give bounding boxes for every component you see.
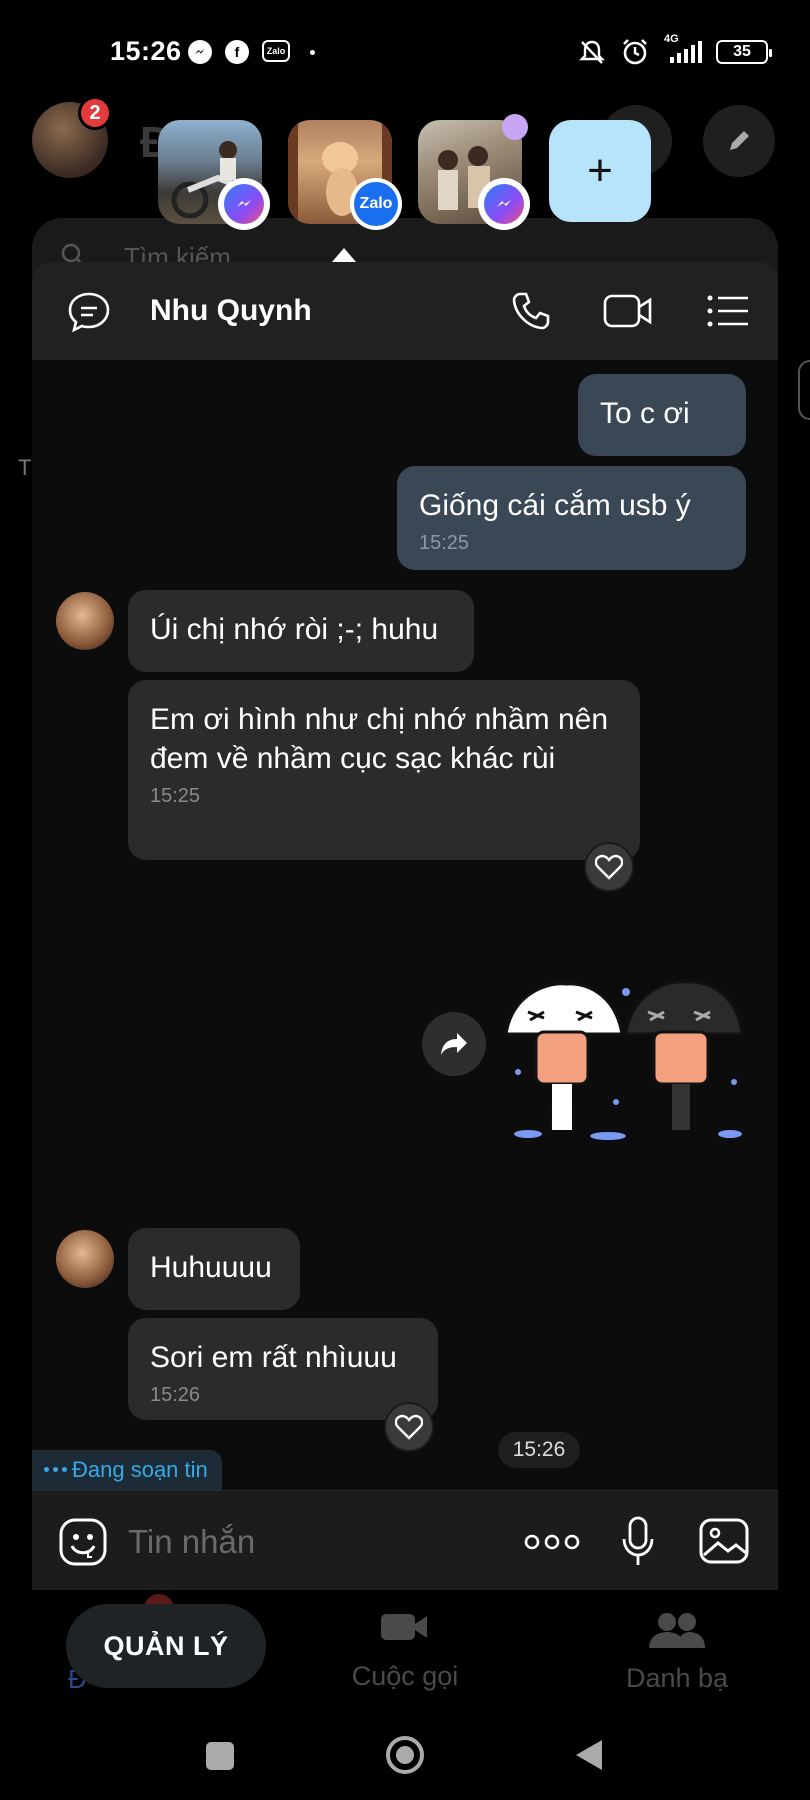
messenger-icon	[484, 184, 524, 224]
message-composer: Tin nhắn	[32, 1490, 778, 1590]
network-type-label: 4G	[664, 33, 679, 45]
video-camera-icon	[381, 1614, 427, 1640]
message-bubble-incoming[interactable]: Huhuuuu	[128, 1228, 300, 1310]
message-bubble-incoming[interactable]: Úi chị nhớ ròi ;-; huhu	[128, 590, 474, 672]
typing-dots-icon	[44, 1467, 67, 1472]
chat-header: Nhu Quynh	[32, 262, 778, 360]
zalo-notification-icon: Zalo	[262, 40, 290, 62]
message-bubble-outgoing[interactable]: To c ơi	[578, 374, 746, 456]
message-text: To c ơi	[600, 397, 690, 430]
system-navigation-bar	[0, 1700, 810, 1800]
background-list-letter: T	[18, 455, 32, 480]
status-time: 15:26	[110, 36, 182, 66]
more-options-icon[interactable]	[524, 1533, 580, 1551]
signal-icon: 4G	[664, 33, 702, 63]
message-bubble-incoming[interactable]: Em ơi hình như chị nhớ nhầm nên đem về n…	[128, 680, 640, 860]
add-chat-head-button[interactable]: +	[549, 120, 651, 222]
message-text: Huhuuuu	[150, 1251, 272, 1284]
video-call-icon[interactable]	[602, 292, 654, 330]
crying-mushrooms-sticker	[504, 980, 744, 1140]
manage-button[interactable]: QUẢN LÝ	[66, 1604, 266, 1688]
messenger-badge	[218, 178, 270, 230]
profile-notification-badge: 2	[78, 96, 112, 130]
sticker-message[interactable]	[498, 962, 746, 1152]
react-heart-button[interactable]	[384, 1402, 434, 1452]
nav-calls-label: Cuộc gọi	[351, 1661, 459, 1691]
nav-contacts[interactable]: Danh bạ	[612, 1610, 742, 1694]
chat-bubble-icon[interactable]	[66, 290, 112, 334]
contact-name: Nhu Quynh	[150, 294, 312, 327]
background-edge-handle	[798, 360, 810, 420]
share-button[interactable]	[422, 1012, 486, 1076]
alarm-icon	[623, 39, 647, 65]
heart-icon	[395, 1414, 423, 1440]
bell-muted-icon	[579, 40, 605, 64]
home-icon[interactable]	[384, 1734, 426, 1776]
compose-button[interactable]	[703, 105, 775, 177]
pencil-icon	[730, 131, 749, 150]
message-bubble-outgoing[interactable]: Giống cái cắm usb ý 15:25	[397, 466, 746, 570]
time-separator: 15:26	[498, 1432, 580, 1468]
chat-panel: Nhu Quynh To c ơi Giống cái cắm usb ý 15…	[32, 262, 778, 1590]
battery-indicator: 35	[716, 40, 772, 64]
status-right-group: 4G 35	[578, 33, 772, 68]
message-timestamp: 15:25	[419, 532, 470, 554]
zalo-icon: Zalo	[354, 182, 398, 226]
message-text: Sori em rất nhìuuu	[150, 1341, 397, 1374]
sticker-emoji-icon[interactable]	[58, 1517, 108, 1567]
facebook-notification-icon: f	[225, 40, 249, 64]
zalo-badge: Zalo	[350, 178, 402, 230]
messenger-notification-icon	[188, 40, 212, 64]
back-icon[interactable]	[574, 1738, 604, 1772]
phone-call-icon[interactable]	[510, 290, 552, 332]
react-heart-button[interactable]	[584, 842, 634, 892]
contacts-icon	[649, 1613, 705, 1648]
heart-icon	[595, 854, 623, 880]
unread-indicator-dot	[502, 114, 528, 140]
menu-list-icon[interactable]	[706, 294, 750, 328]
messenger-icon	[224, 184, 264, 224]
message-text: Úi chị nhớ ròi ;-; huhu	[150, 613, 439, 646]
image-gallery-icon[interactable]	[698, 1517, 750, 1565]
share-arrow-icon	[441, 1033, 467, 1055]
nav-contacts-label: Danh bạ	[625, 1663, 729, 1693]
contact-avatar[interactable]	[56, 592, 114, 650]
message-input[interactable]: Tin nhắn	[128, 1523, 255, 1561]
message-timestamp: 15:26	[150, 1384, 201, 1406]
message-text: Giống cái cắm usb ý	[419, 489, 691, 522]
message-timestamp: 15:25	[150, 785, 201, 807]
message-text: Em ơi hình như chị nhớ nhầm nên đem về n…	[150, 703, 609, 775]
more-notifications-dot	[310, 50, 315, 55]
status-bar: 15:26 f Zalo 4G 35	[0, 0, 810, 100]
messenger-badge	[478, 178, 530, 230]
recent-apps-icon[interactable]	[204, 1740, 236, 1772]
nav-calls[interactable]: Cuộc gọi	[340, 1610, 470, 1692]
typing-indicator: Đang soạn tin	[32, 1450, 222, 1490]
message-bubble-incoming[interactable]: Sori em rất nhìuuu 15:26	[128, 1318, 438, 1420]
contact-avatar[interactable]	[56, 1230, 114, 1288]
typing-indicator-text: Đang soạn tin	[72, 1457, 208, 1482]
active-head-pointer	[332, 248, 356, 262]
microphone-icon[interactable]	[620, 1515, 656, 1567]
